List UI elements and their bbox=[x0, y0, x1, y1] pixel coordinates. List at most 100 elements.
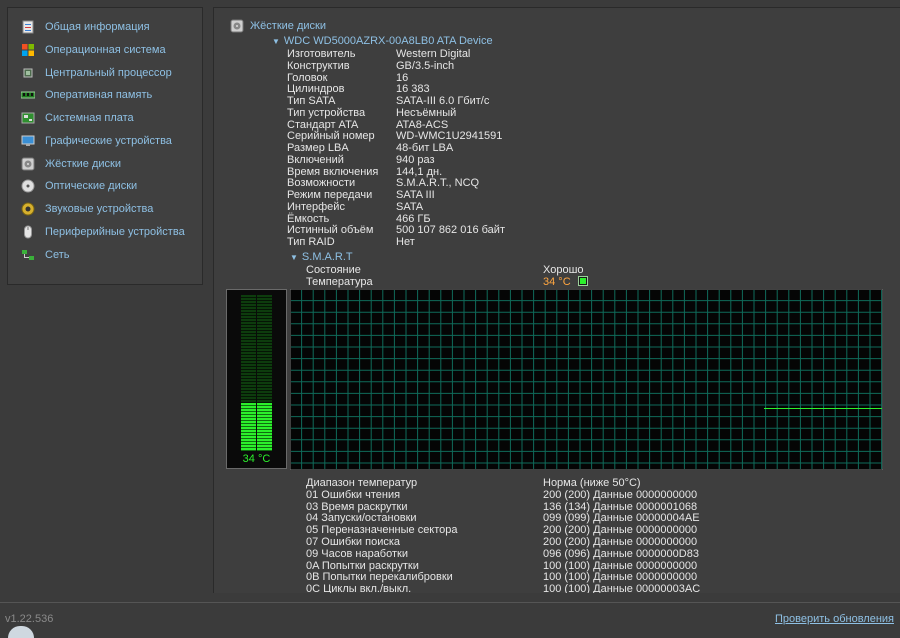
smart-attribute-name: 09 Часов наработки bbox=[306, 547, 408, 560]
temperature-gauge: 34 °C bbox=[226, 289, 287, 469]
property-value: 16 383 bbox=[396, 83, 430, 96]
property-value: 466 ГБ bbox=[396, 212, 431, 225]
footer-divider bbox=[0, 602, 900, 603]
temp-ok-icon bbox=[577, 276, 588, 286]
smart-status-value: Хорошо bbox=[543, 264, 584, 276]
property-key: Конструктив bbox=[287, 59, 350, 72]
smart-attribute-value: 200 (200) Данные 0000000000 bbox=[543, 488, 698, 501]
property-value: 16 bbox=[396, 71, 409, 84]
sidebar-item[interactable]: Сеть bbox=[21, 246, 69, 264]
property-value: ATA8-ACS bbox=[396, 118, 449, 131]
sidebar-item[interactable]: Жёсткие диски bbox=[21, 155, 121, 173]
sidebar-item-label: Общая информация bbox=[45, 21, 150, 33]
sidebar-item[interactable]: Периферийные устройства bbox=[21, 223, 185, 241]
version-label: v1.22.536 bbox=[5, 613, 54, 625]
hdd-icon bbox=[230, 19, 244, 33]
graph-background bbox=[290, 289, 883, 470]
property-key: Тип устройства bbox=[287, 106, 366, 119]
sidebar-item-label: Сеть bbox=[45, 248, 70, 261]
smart-node[interactable]: ▼ S.M.A.R.T bbox=[290, 251, 353, 263]
property-key: Время включения bbox=[287, 165, 379, 178]
sidebar-item[interactable]: Оперативная память bbox=[21, 86, 152, 104]
property-value: 940 раз bbox=[396, 153, 435, 166]
sidebar-item[interactable]: Операционная система bbox=[21, 41, 166, 59]
smart-attribute-value: 096 (096) Данные 0000000D83 bbox=[543, 547, 699, 560]
smart-attribute-name: 07 Ошибки поиска bbox=[306, 536, 401, 548]
smart-attribute-value: Норма (ниже 50°C) bbox=[543, 477, 641, 489]
ram-icon bbox=[21, 91, 35, 99]
smart-temp-text: 34 °C bbox=[543, 276, 571, 288]
smart-title: S.M.A.R.T bbox=[301, 251, 353, 263]
smart-temp-label: Температура bbox=[306, 276, 373, 288]
sidebar-item[interactable]: Оптические диски bbox=[21, 177, 137, 195]
sidebar-item[interactable]: Центральный процессор bbox=[21, 64, 172, 82]
section-title: Жёсткие диски bbox=[230, 19, 326, 33]
smart-attribute-name: Диапазон температур bbox=[306, 477, 418, 489]
property-value: GB/3.5-inch bbox=[396, 59, 455, 72]
collapse-arrow-icon[interactable]: ▼ bbox=[290, 253, 298, 262]
sidebar-item-label: Графические устройства bbox=[45, 134, 172, 147]
property-key: Возможности bbox=[287, 177, 356, 190]
sidebar-item[interactable]: Общая информация bbox=[21, 18, 150, 36]
property-value: Несъёмный bbox=[396, 106, 457, 119]
sidebar-item-label: Оперативная память bbox=[45, 89, 153, 102]
property-value: SATA bbox=[396, 200, 424, 213]
property-key: Стандарт ATA bbox=[287, 118, 359, 131]
property-value: SATA-III 6.0 Гбит/с bbox=[396, 95, 490, 107]
property-key: Изготовитель bbox=[287, 48, 356, 60]
property-key: Тип SATA bbox=[287, 95, 336, 107]
optical-disc-icon bbox=[21, 179, 35, 193]
property-key: Режим передачи bbox=[287, 189, 373, 201]
smart-status-label: Состояние bbox=[306, 264, 361, 276]
property-key: Цилиндров bbox=[287, 83, 345, 96]
hdd-icon bbox=[21, 157, 35, 170]
property-key: Тип RAID bbox=[287, 236, 335, 248]
temperature-history-graph bbox=[290, 289, 883, 470]
smart-attribute-value: 099 (099) Данные 00000004AE bbox=[543, 512, 700, 525]
property-key: Размер LBA bbox=[287, 142, 349, 154]
property-key: Включений bbox=[287, 153, 344, 166]
property-value: 144,1 дн. bbox=[396, 165, 443, 178]
property-value: Нет bbox=[396, 236, 415, 248]
smart-attribute-name: 0B Попытки перекалибровки bbox=[306, 571, 453, 584]
sidebar-item-label: Системная плата bbox=[45, 112, 134, 124]
property-value: Western Digital bbox=[396, 48, 471, 60]
sidebar-item-label: Звуковые устройства bbox=[45, 203, 154, 215]
property-key: Ёмкость bbox=[287, 212, 330, 225]
property-value: S.M.A.R.T., NCQ bbox=[396, 177, 480, 190]
sidebar-item-label: Периферийные устройства bbox=[45, 225, 185, 238]
property-key: Головок bbox=[287, 71, 328, 84]
smart-attribute-value: 100 (100) Данные 0000000000 bbox=[543, 559, 698, 572]
smart-attribute-name: 03 Время раскрутки bbox=[306, 500, 408, 513]
sidebar-item[interactable]: Графические устройства bbox=[21, 132, 172, 150]
device-node[interactable]: ▼ WDC WD5000AZRX-00A8LB0 ATA Device bbox=[272, 35, 493, 47]
sidebar-item-label: Центральный процессор bbox=[45, 66, 172, 79]
smart-attribute-value: 100 (100) Данные 0000000000 bbox=[543, 571, 698, 584]
property-value: SATA III bbox=[396, 189, 435, 201]
network-icon bbox=[22, 249, 34, 260]
property-value: WD-WMC1U2941591 bbox=[396, 130, 503, 143]
check-updates-link[interactable]: Проверить обновления bbox=[775, 613, 894, 625]
sidebar-item-label: Операционная система bbox=[45, 43, 166, 56]
sidebar: Общая информация Операционная система Цент… bbox=[7, 7, 203, 285]
monitor-icon bbox=[21, 135, 35, 146]
smart-attribute-value: 136 (134) Данные 0000001068 bbox=[543, 500, 698, 513]
sidebar-item-label: Оптические диски bbox=[45, 180, 138, 193]
windows-icon bbox=[22, 43, 34, 56]
gauge-divider bbox=[256, 295, 257, 451]
property-value: 500 107 862 016 байт bbox=[396, 224, 505, 237]
app-logo-icon bbox=[8, 626, 34, 638]
smart-attribute-name: 01 Ошибки чтения bbox=[306, 488, 401, 501]
property-key: Интерфейс bbox=[287, 200, 345, 213]
property-key: Серийный номер bbox=[287, 130, 375, 143]
collapse-arrow-icon[interactable]: ▼ bbox=[272, 37, 280, 46]
sidebar-item[interactable]: Звуковые устройства bbox=[21, 200, 153, 218]
property-value: 48-бит LBA bbox=[396, 142, 454, 154]
smart-attribute-name: 0A Попытки раскрутки bbox=[306, 559, 419, 572]
speaker-icon bbox=[21, 202, 35, 216]
smart-attribute-name: 04 Запуски/остановки bbox=[306, 512, 417, 525]
section-title-label: Жёсткие диски bbox=[250, 20, 326, 32]
sidebar-item[interactable]: Системная плата bbox=[21, 109, 134, 127]
device-name: WDC WD5000AZRX-00A8LB0 ATA Device bbox=[283, 35, 493, 47]
motherboard-icon bbox=[21, 112, 35, 124]
